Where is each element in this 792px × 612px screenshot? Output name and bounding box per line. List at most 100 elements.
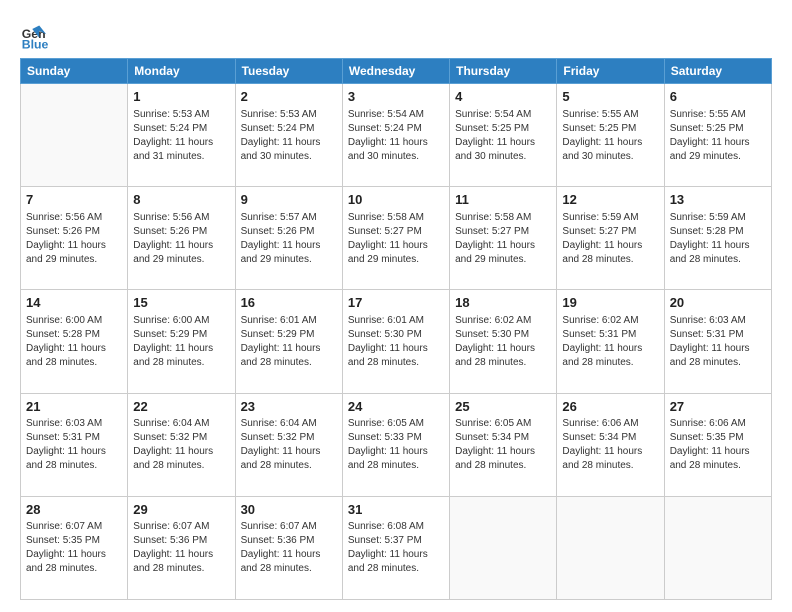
calendar-week-2: 7 Sunrise: 5:56 AM Sunset: 5:26 PM Daylig… bbox=[21, 187, 772, 290]
col-header-tuesday: Tuesday bbox=[235, 59, 342, 84]
day-info: Sunrise: 5:56 AM Sunset: 5:26 PM Dayligh… bbox=[133, 211, 229, 267]
day-info: Sunrise: 6:00 AM Sunset: 5:29 PM Dayligh… bbox=[133, 314, 229, 370]
day-info: Sunrise: 6:05 AM Sunset: 5:34 PM Dayligh… bbox=[455, 417, 551, 473]
day-number: 21 bbox=[26, 398, 122, 416]
logo-icon: Gen Blue bbox=[20, 22, 48, 50]
page: Gen Blue SundayMondayTuesdayWednesdayThu… bbox=[0, 0, 792, 612]
calendar-cell: 7 Sunrise: 5:56 AM Sunset: 5:26 PM Daylig… bbox=[21, 187, 128, 290]
calendar-cell: 4 Sunrise: 5:54 AM Sunset: 5:25 PM Daylig… bbox=[450, 84, 557, 187]
day-info: Sunrise: 5:54 AM Sunset: 5:24 PM Dayligh… bbox=[348, 108, 444, 164]
day-number: 31 bbox=[348, 501, 444, 519]
day-number: 10 bbox=[348, 191, 444, 209]
day-info: Sunrise: 5:58 AM Sunset: 5:27 PM Dayligh… bbox=[455, 211, 551, 267]
calendar-week-3: 14 Sunrise: 6:00 AM Sunset: 5:28 PM Dayli… bbox=[21, 290, 772, 393]
day-number: 3 bbox=[348, 88, 444, 106]
day-info: Sunrise: 5:53 AM Sunset: 5:24 PM Dayligh… bbox=[133, 108, 229, 164]
day-number: 11 bbox=[455, 191, 551, 209]
day-number: 25 bbox=[455, 398, 551, 416]
day-number: 5 bbox=[562, 88, 658, 106]
day-number: 12 bbox=[562, 191, 658, 209]
calendar-cell: 12Sunrise: 5:59 AM Sunset: 5:27 PM Dayli… bbox=[557, 187, 664, 290]
col-header-saturday: Saturday bbox=[664, 59, 771, 84]
col-header-friday: Friday bbox=[557, 59, 664, 84]
day-info: Sunrise: 5:54 AM Sunset: 5:25 PM Dayligh… bbox=[455, 108, 551, 164]
calendar-cell bbox=[664, 496, 771, 599]
calendar-cell: 13 Sunrise: 5:59 AM Sunset: 5:28 PM Dayli… bbox=[664, 187, 771, 290]
calendar-cell: 22Sunrise: 6:04 AM Sunset: 5:32 PM Dayli… bbox=[128, 393, 235, 496]
day-number: 29 bbox=[133, 501, 229, 519]
day-info: Sunrise: 5:59 AM Sunset: 5:28 PM Dayligh… bbox=[670, 211, 766, 267]
day-info: Sunrise: 6:04 AM Sunset: 5:32 PM Dayligh… bbox=[133, 417, 229, 473]
day-number: 27 bbox=[670, 398, 766, 416]
day-info: Sunrise: 5:58 AM Sunset: 5:27 PM Dayligh… bbox=[348, 211, 444, 267]
col-header-monday: Monday bbox=[128, 59, 235, 84]
calendar-cell: 26Sunrise: 6:06 AM Sunset: 5:34 PM Dayli… bbox=[557, 393, 664, 496]
day-info: Sunrise: 6:03 AM Sunset: 5:31 PM Dayligh… bbox=[26, 417, 122, 473]
day-info: Sunrise: 5:57 AM Sunset: 5:26 PM Dayligh… bbox=[241, 211, 337, 267]
col-header-sunday: Sunday bbox=[21, 59, 128, 84]
header: Gen Blue bbox=[20, 18, 772, 50]
day-number: 20 bbox=[670, 294, 766, 312]
day-number: 16 bbox=[241, 294, 337, 312]
calendar-cell: 18 Sunrise: 6:02 AM Sunset: 5:30 PM Dayli… bbox=[450, 290, 557, 393]
day-number: 13 bbox=[670, 191, 766, 209]
day-number: 28 bbox=[26, 501, 122, 519]
day-info: Sunrise: 6:04 AM Sunset: 5:32 PM Dayligh… bbox=[241, 417, 337, 473]
calendar-cell: 23Sunrise: 6:04 AM Sunset: 5:32 PM Dayli… bbox=[235, 393, 342, 496]
calendar-table: SundayMondayTuesdayWednesdayThursdayFrid… bbox=[20, 58, 772, 600]
day-number: 1 bbox=[133, 88, 229, 106]
calendar-cell: 29Sunrise: 6:07 AM Sunset: 5:36 PM Dayli… bbox=[128, 496, 235, 599]
calendar-cell: 1 Sunrise: 5:53 AM Sunset: 5:24 PM Daylig… bbox=[128, 84, 235, 187]
day-info: Sunrise: 6:00 AM Sunset: 5:28 PM Dayligh… bbox=[26, 314, 122, 370]
calendar-cell: 19 Sunrise: 6:02 AM Sunset: 5:31 PM Dayli… bbox=[557, 290, 664, 393]
day-number: 26 bbox=[562, 398, 658, 416]
day-info: Sunrise: 6:01 AM Sunset: 5:29 PM Dayligh… bbox=[241, 314, 337, 370]
day-info: Sunrise: 6:07 AM Sunset: 5:35 PM Dayligh… bbox=[26, 520, 122, 576]
day-info: Sunrise: 5:55 AM Sunset: 5:25 PM Dayligh… bbox=[562, 108, 658, 164]
day-number: 19 bbox=[562, 294, 658, 312]
calendar-cell: 9 Sunrise: 5:57 AM Sunset: 5:26 PM Daylig… bbox=[235, 187, 342, 290]
calendar-week-5: 28Sunrise: 6:07 AM Sunset: 5:35 PM Dayli… bbox=[21, 496, 772, 599]
calendar-cell: 31Sunrise: 6:08 AM Sunset: 5:37 PM Dayli… bbox=[342, 496, 449, 599]
day-number: 14 bbox=[26, 294, 122, 312]
day-number: 17 bbox=[348, 294, 444, 312]
day-info: Sunrise: 6:07 AM Sunset: 5:36 PM Dayligh… bbox=[133, 520, 229, 576]
day-number: 23 bbox=[241, 398, 337, 416]
calendar-cell: 10 Sunrise: 5:58 AM Sunset: 5:27 PM Dayli… bbox=[342, 187, 449, 290]
calendar-cell: 24Sunrise: 6:05 AM Sunset: 5:33 PM Dayli… bbox=[342, 393, 449, 496]
day-info: Sunrise: 6:03 AM Sunset: 5:31 PM Dayligh… bbox=[670, 314, 766, 370]
calendar-body: 1 Sunrise: 5:53 AM Sunset: 5:24 PM Daylig… bbox=[21, 84, 772, 600]
day-number: 9 bbox=[241, 191, 337, 209]
day-info: Sunrise: 6:02 AM Sunset: 5:31 PM Dayligh… bbox=[562, 314, 658, 370]
logo: Gen Blue bbox=[20, 22, 50, 50]
day-number: 2 bbox=[241, 88, 337, 106]
calendar-cell: 17 Sunrise: 6:01 AM Sunset: 5:30 PM Dayli… bbox=[342, 290, 449, 393]
calendar-cell: 20 Sunrise: 6:03 AM Sunset: 5:31 PM Dayli… bbox=[664, 290, 771, 393]
day-number: 24 bbox=[348, 398, 444, 416]
day-info: Sunrise: 5:56 AM Sunset: 5:26 PM Dayligh… bbox=[26, 211, 122, 267]
day-number: 22 bbox=[133, 398, 229, 416]
day-info: Sunrise: 5:53 AM Sunset: 5:24 PM Dayligh… bbox=[241, 108, 337, 164]
calendar-cell bbox=[557, 496, 664, 599]
calendar-header: SundayMondayTuesdayWednesdayThursdayFrid… bbox=[21, 59, 772, 84]
day-number: 4 bbox=[455, 88, 551, 106]
day-number: 30 bbox=[241, 501, 337, 519]
day-number: 8 bbox=[133, 191, 229, 209]
day-number: 18 bbox=[455, 294, 551, 312]
calendar-cell: 5 Sunrise: 5:55 AM Sunset: 5:25 PM Daylig… bbox=[557, 84, 664, 187]
day-info: Sunrise: 6:07 AM Sunset: 5:36 PM Dayligh… bbox=[241, 520, 337, 576]
day-info: Sunrise: 6:01 AM Sunset: 5:30 PM Dayligh… bbox=[348, 314, 444, 370]
day-number: 15 bbox=[133, 294, 229, 312]
col-header-wednesday: Wednesday bbox=[342, 59, 449, 84]
day-info: Sunrise: 6:06 AM Sunset: 5:35 PM Dayligh… bbox=[670, 417, 766, 473]
day-number: 7 bbox=[26, 191, 122, 209]
col-header-thursday: Thursday bbox=[450, 59, 557, 84]
calendar-week-1: 1 Sunrise: 5:53 AM Sunset: 5:24 PM Daylig… bbox=[21, 84, 772, 187]
calendar-cell bbox=[21, 84, 128, 187]
calendar-cell: 3 Sunrise: 5:54 AM Sunset: 5:24 PM Daylig… bbox=[342, 84, 449, 187]
day-info: Sunrise: 6:06 AM Sunset: 5:34 PM Dayligh… bbox=[562, 417, 658, 473]
day-info: Sunrise: 6:02 AM Sunset: 5:30 PM Dayligh… bbox=[455, 314, 551, 370]
calendar-cell: 25Sunrise: 6:05 AM Sunset: 5:34 PM Dayli… bbox=[450, 393, 557, 496]
day-info: Sunrise: 6:05 AM Sunset: 5:33 PM Dayligh… bbox=[348, 417, 444, 473]
calendar-cell: 14 Sunrise: 6:00 AM Sunset: 5:28 PM Dayli… bbox=[21, 290, 128, 393]
